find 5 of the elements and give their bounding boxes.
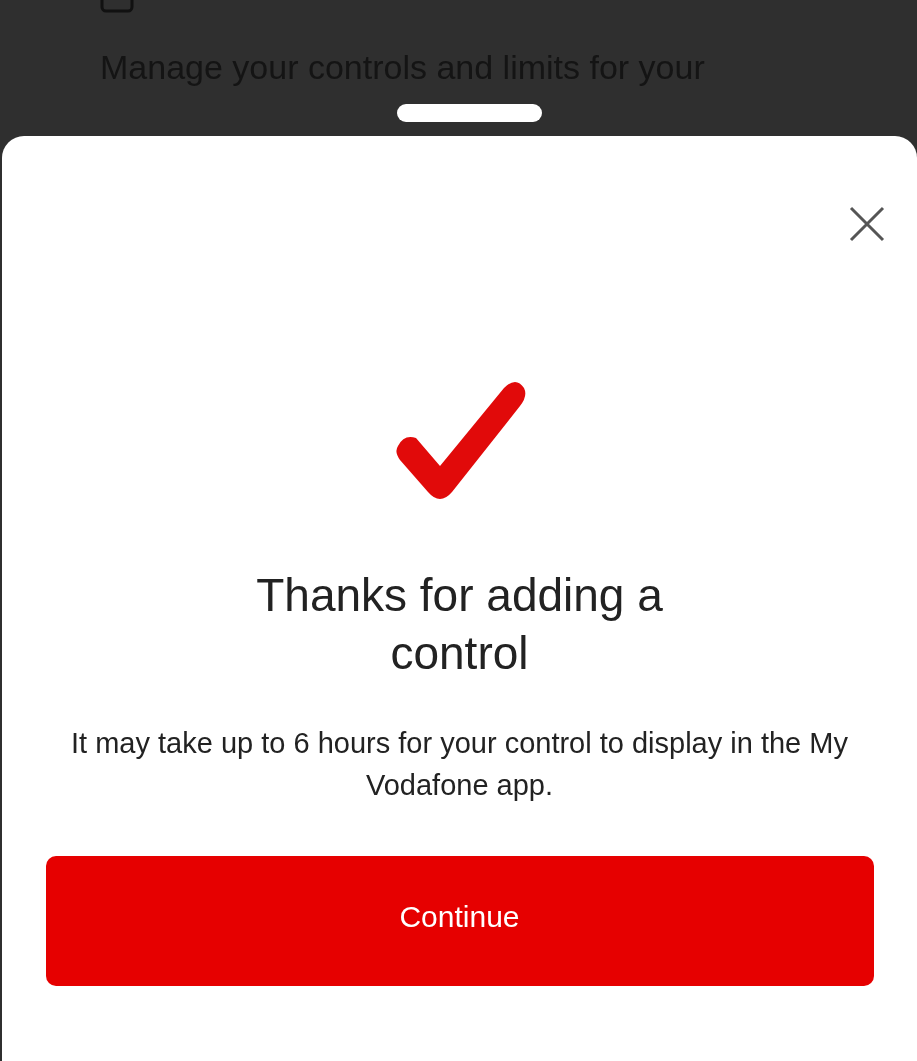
sheet-message: It may take up to 6 hours for your control to display in the My Vodafone app.: [70, 726, 849, 803]
drag-handle[interactable]: [397, 104, 542, 122]
sheet-title: Thanks for adding a control: [255, 568, 664, 681]
close-icon[interactable]: [847, 204, 887, 244]
continue-button[interactable]: Continue: [45, 856, 874, 986]
